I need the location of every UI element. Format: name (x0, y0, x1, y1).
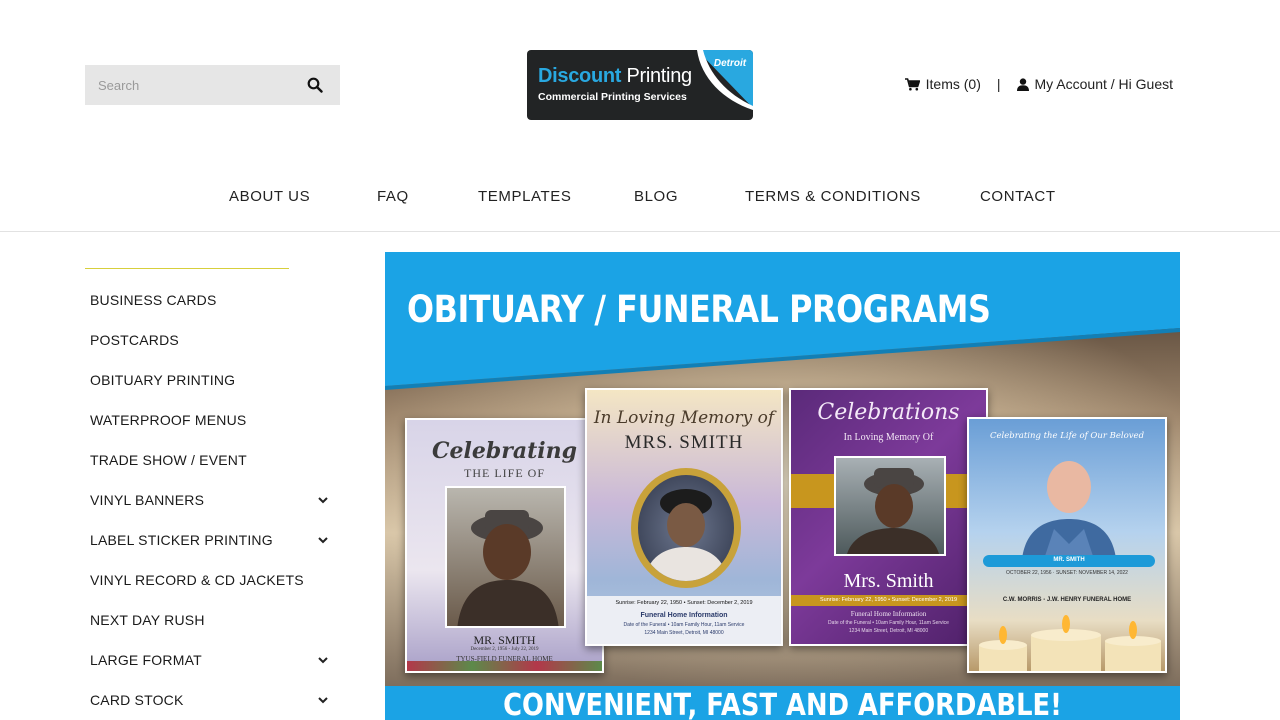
account-link[interactable]: My Account / Hi Guest (1016, 76, 1174, 92)
card3-detail: Date of the Funeral • 10am Family Hour, … (828, 620, 949, 626)
nav-divider (0, 231, 1280, 232)
card4-portrait (1014, 449, 1124, 559)
account-label: My Account / Hi Guest (1034, 76, 1174, 92)
user-icon (1016, 77, 1029, 91)
card2-address: 1234 Main Street, Detroit, MI 48000 (644, 630, 724, 636)
sidebar-item-trade-show-event[interactable]: TRADE SHOW / EVENT (90, 440, 335, 480)
hero-banner[interactable]: OBITUARY / FUNERAL PROGRAMS Celebrating … (385, 252, 1180, 720)
card1-portrait-figure (457, 510, 559, 626)
sidebar-item-label: BUSINESS CARDS (90, 292, 217, 308)
search-input[interactable] (85, 65, 290, 105)
card2-info-box: Sunrise: February 22, 1950 • Sunset: Dec… (587, 596, 781, 644)
sidebar-accent-line (85, 268, 289, 269)
card3-date-band: Sunrise: February 22, 1950 • Sunset: Dec… (791, 595, 986, 606)
sidebar-item-vinyl-banners[interactable]: VINYL BANNERS (90, 480, 335, 520)
sidebar-item-postcards[interactable]: POSTCARDS (90, 320, 335, 360)
nav-terms-conditions[interactable]: TERMS & CONDITIONS (745, 188, 921, 205)
cart-icon (904, 77, 920, 90)
logo-word-printing: Printing (626, 65, 692, 87)
logo-wordmark: Discount Printing (538, 65, 692, 88)
chevron-down-icon[interactable] (317, 654, 329, 666)
sidebar-item-label: CARD STOCK (90, 692, 184, 708)
card3-subheading: In Loving Memory Of (843, 432, 934, 443)
card4-name-bar: MR. SMITH (983, 555, 1155, 567)
sidebar-item-business-cards[interactable]: BUSINESS CARDS (90, 280, 335, 320)
nav-templates[interactable]: TEMPLATES (478, 188, 571, 205)
banner-bottom-text: CONVENIENT, FAST AND AFFORDABLE! (503, 688, 1062, 720)
card2-funeral-home: Funeral Home Information (640, 612, 728, 619)
sidebar-item-large-format[interactable]: LARGE FORMAT (90, 640, 335, 680)
card3-portrait-figure (847, 468, 939, 554)
cart-link[interactable]: Items (0) (904, 76, 981, 92)
nav-about-us[interactable]: ABOUT US (229, 188, 310, 205)
nav-blog[interactable]: BLOG (634, 188, 678, 205)
category-sidebar: BUSINESS CARDS POSTCARDS OBITUARY PRINTING… (90, 280, 335, 720)
sidebar-item-obituary-printing[interactable]: OBITUARY PRINTING (90, 360, 335, 400)
card2-portrait (631, 468, 741, 588)
chevron-down-icon[interactable] (317, 694, 329, 706)
card3-funeral-home: Funeral Home Information (850, 610, 927, 618)
sidebar-item-label: OBITUARY PRINTING (90, 372, 236, 388)
sidebar-item-label-sticker-printing[interactable]: LABEL STICKER PRINTING (90, 520, 335, 560)
sidebar-item-label: POSTCARDS (90, 332, 179, 348)
sidebar-item-label: WATERPROOF MENUS (90, 412, 247, 428)
card3-portrait (834, 456, 946, 556)
site-logo[interactable]: Discount Printing Commercial Printing Se… (527, 50, 753, 120)
sidebar-item-label: TRADE SHOW / EVENT (90, 452, 247, 468)
nav-faq[interactable]: FAQ (377, 188, 409, 205)
card4-candles-graphic (979, 615, 1161, 671)
card2-dates: Sunrise: February 22, 1950 • Sunset: Dec… (615, 600, 753, 606)
search-button[interactable] (290, 65, 340, 105)
sidebar-item-label: NEXT DAY RUSH (90, 612, 205, 628)
sidebar-item-label: VINYL BANNERS (90, 492, 205, 508)
card2-heading: In Loving Memory of (593, 408, 775, 428)
card1-heading: Celebrating (432, 438, 577, 464)
chevron-down-icon[interactable] (317, 494, 329, 506)
card3-address: 1234 Main Street, Detroit, MI 48000 (848, 628, 929, 634)
sidebar-item-label: LABEL STICKER PRINTING (90, 532, 273, 548)
card3-name: Mrs. Smith (843, 570, 934, 592)
logo-page-curl-graphic: Detroit (697, 50, 753, 110)
program-card-3: Celebrations In Loving Memory Of Mrs. Sm… (789, 388, 988, 646)
header-separator: | (996, 76, 1001, 92)
card1-dates: December 2, 1956 - July 22, 2019 (470, 647, 539, 652)
card4-funeral-home: C.W. MORRIS - J.W. HENRY FUNERAL HOME (1002, 597, 1132, 603)
card1-portrait (445, 486, 566, 628)
program-card-2: In Loving Memory of MRS. SMITH Sunrise: … (585, 388, 783, 646)
sidebar-item-waterproof-menus[interactable]: WATERPROOF MENUS (90, 400, 335, 440)
sidebar-item-label: LARGE FORMAT (90, 652, 202, 668)
program-card-1: Celebrating THE LIFE OF MR. SMITH Decemb… (405, 418, 604, 673)
header-account-area: Items (0) | My Account / Hi Guest (904, 76, 1174, 92)
card2-portrait-figure (644, 489, 728, 581)
card4-portrait-figure (1022, 461, 1116, 559)
card1-flower-strip (407, 661, 602, 671)
nav-contact[interactable]: CONTACT (980, 188, 1056, 205)
card1-name: MR. SMITH (473, 633, 536, 647)
card1-subheading: THE LIFE OF (464, 466, 545, 480)
sidebar-item-next-day-rush[interactable]: NEXT DAY RUSH (90, 600, 335, 640)
card2-name: MRS. SMITH (624, 432, 744, 453)
card4-name: MR. SMITH (1053, 557, 1085, 563)
logo-corner-text: Detroit (714, 58, 747, 69)
logo-tagline: Commercial Printing Services (538, 91, 687, 103)
chevron-down-icon[interactable] (317, 534, 329, 546)
logo-word-discount: Discount (538, 65, 622, 87)
main-nav: ABOUT US FAQ TEMPLATES BLOG TERMS & COND… (0, 188, 1280, 212)
sidebar-item-label: VINYL RECORD & CD JACKETS (90, 572, 304, 588)
program-card-4: Celebrating the Life of Our Beloved MR. … (967, 417, 1167, 673)
search-icon (307, 77, 323, 93)
card4-dates: OCTOBER 22, 1956 · SUNSET: NOVEMBER 14, … (1006, 570, 1128, 576)
cart-label: Items (0) (925, 76, 981, 92)
sidebar-item-vinyl-record-cd-jackets[interactable]: VINYL RECORD & CD JACKETS (90, 560, 335, 600)
search-box (85, 65, 340, 105)
sidebar-item-card-stock[interactable]: CARD STOCK (90, 680, 335, 720)
card4-heading: Celebrating the Life of Our Beloved (989, 431, 1145, 441)
banner-title: OBITUARY / FUNERAL PROGRAMS (407, 288, 991, 331)
card3-heading: Celebrations (817, 400, 960, 425)
card2-detail: Date of the Funeral • 10am Family Hour, … (623, 622, 745, 628)
card3-dates: Sunrise: February 22, 1950 • Sunset: Dec… (819, 597, 958, 603)
